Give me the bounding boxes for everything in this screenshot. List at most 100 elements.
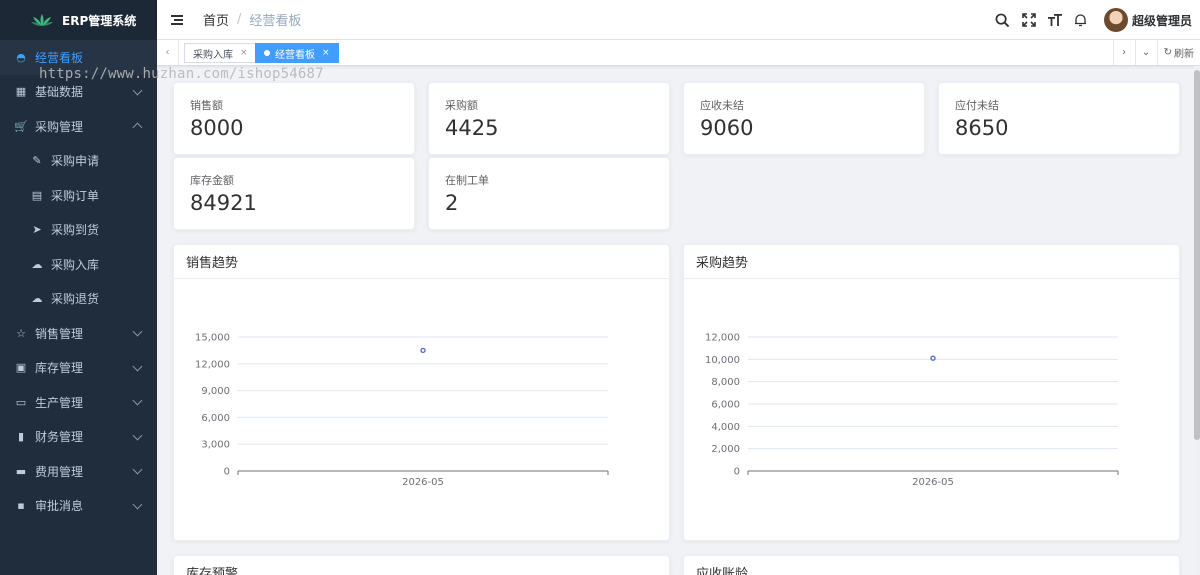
y-tick-label: 12,000 bbox=[705, 333, 740, 344]
sidebar-item-11[interactable]: ▮ 财务管理 bbox=[0, 420, 157, 455]
breadcrumb-home[interactable]: 首页 bbox=[203, 10, 229, 29]
tags-scroll-right-icon[interactable]: › bbox=[1112, 40, 1135, 65]
sidebar-item-label: 费用管理 bbox=[35, 464, 84, 479]
sales-trend-chart: 0 3,000 6,000 9,000 12,000 15,000 2026-05 bbox=[195, 333, 609, 488]
stat-label: 销售额 bbox=[190, 99, 223, 112]
sidebar-item-label: 销售管理 bbox=[35, 326, 84, 341]
chevron-down-icon bbox=[132, 430, 143, 440]
stat-card-inventory: 库存金额 84921 bbox=[173, 157, 415, 230]
box-icon: ▣ bbox=[15, 361, 27, 375]
sidebar-item-13[interactable]: ▪ 审批消息 bbox=[0, 489, 157, 524]
panel-title: 销售趋势 bbox=[174, 245, 669, 279]
sidebar-item-label: 财务管理 bbox=[35, 430, 84, 445]
tag-purchase-inbound[interactable]: 采购入库 × bbox=[184, 43, 257, 63]
sidebar-item-3[interactable]: ✎ 采购申请 bbox=[0, 144, 157, 179]
sidebar-item-2[interactable]: 🛒 采购管理 bbox=[0, 109, 157, 144]
sidebar-item-12[interactable]: ▬ 费用管理 bbox=[0, 454, 157, 489]
stat-card-receivable: 应收未结 9060 bbox=[683, 82, 925, 155]
y-tick-label: 12,000 bbox=[195, 359, 230, 370]
hamburger-menu-icon[interactable] bbox=[171, 14, 185, 26]
tags-view: ‹ 采购入库 × 经营看板 × › ⌄ ↻ 刷新 bbox=[157, 40, 1200, 66]
sidebar-item-label: 采购申请 bbox=[51, 154, 100, 169]
sidebar-item-label: 生产管理 bbox=[35, 395, 84, 410]
sidebar-item-6[interactable]: ☁ 采购入库 bbox=[0, 247, 157, 282]
data-point[interactable] bbox=[930, 355, 936, 361]
sidebar-item-label: 审批消息 bbox=[35, 499, 84, 514]
y-tick-label: 8,000 bbox=[711, 377, 740, 388]
stat-label: 库存金额 bbox=[190, 174, 234, 187]
chevron-down-icon bbox=[132, 326, 143, 337]
panel-title: 库存预警 bbox=[174, 556, 669, 575]
sidebar-item-label: 采购订单 bbox=[51, 188, 100, 203]
sidebar-menu: ◓ 经营看板 ▦ 基础数据 🛒 采购管理 ✎ 采购申请 ▤ 采购订单 ➤ 采购到货 ☁ 采购入库 ☁ 采购退货… bbox=[0, 40, 157, 523]
user-name[interactable]: 超级管理员 bbox=[1132, 12, 1192, 29]
y-tick-label: 4,000 bbox=[711, 422, 740, 433]
cart-icon: 🛒 bbox=[14, 119, 28, 133]
app-title: ERP管理系统 bbox=[62, 13, 137, 28]
send-icon: ➤ bbox=[32, 223, 42, 237]
page-scrollbar-thumb[interactable] bbox=[1194, 70, 1200, 440]
sidebar-item-4[interactable]: ▤ 采购订单 bbox=[0, 178, 157, 213]
tag-dashboard[interactable]: 经营看板 × bbox=[255, 43, 339, 63]
stat-card-sales: 销售额 8000 bbox=[173, 82, 415, 155]
edit-icon: ✎ bbox=[32, 154, 42, 168]
stat-card-work-orders: 在制工单 2 bbox=[428, 157, 670, 230]
refresh-icon: ↻ bbox=[1163, 47, 1172, 58]
tags-scroll-left-icon[interactable]: ‹ bbox=[157, 40, 179, 65]
stat-value: 8650 bbox=[955, 116, 1009, 140]
fullscreen-icon[interactable] bbox=[1016, 0, 1042, 40]
chevron-down-icon bbox=[132, 395, 143, 406]
close-icon[interactable]: × bbox=[322, 48, 330, 58]
y-tick-label: 9,000 bbox=[201, 386, 230, 397]
sales-trend-panel: 销售趋势 0 3,000 6,000 9,000 12,000 15,000 2026-05 bbox=[173, 244, 670, 541]
stat-value: 84921 bbox=[190, 191, 257, 215]
panel-title: 采购趋势 bbox=[684, 245, 1179, 279]
refresh-button[interactable]: ↻ 刷新 bbox=[1156, 40, 1200, 65]
chevron-down-icon bbox=[132, 85, 143, 95]
chevron-down-icon bbox=[132, 499, 143, 509]
upload-cloud-icon: ☁ bbox=[31, 257, 43, 271]
panel-title: 应收账龄 bbox=[684, 556, 1179, 575]
stat-label: 在制工单 bbox=[445, 174, 489, 187]
search-icon[interactable] bbox=[990, 0, 1016, 40]
y-tick-label: 10,000 bbox=[705, 355, 740, 366]
close-icon[interactable]: × bbox=[240, 48, 248, 58]
chevron-up-icon bbox=[132, 122, 143, 133]
message-icon: ▪ bbox=[17, 499, 25, 513]
breadcrumb: 首页 / 经营看板 bbox=[203, 10, 301, 29]
sidebar-item-label: 基础数据 bbox=[35, 85, 84, 100]
stat-label: 应收未结 bbox=[700, 99, 744, 112]
sidebar-item-10[interactable]: ▭ 生产管理 bbox=[0, 385, 157, 420]
refresh-label: 刷新 bbox=[1174, 49, 1194, 60]
tags-dropdown-chevron-down-icon[interactable]: ⌄ bbox=[1134, 40, 1157, 65]
stat-card-purchase: 采购额 4425 bbox=[428, 82, 670, 155]
stat-value: 8000 bbox=[190, 116, 244, 140]
chevron-down-icon bbox=[132, 361, 143, 371]
y-tick-label: 6,000 bbox=[711, 400, 740, 411]
x-tick-label: 2026-05 bbox=[402, 477, 444, 488]
sidebar-item-5[interactable]: ➤ 采购到货 bbox=[0, 213, 157, 248]
stat-label: 应付未结 bbox=[955, 99, 999, 112]
sidebar-item-8[interactable]: ☆ 销售管理 bbox=[0, 316, 157, 351]
sidebar-item-9[interactable]: ▣ 库存管理 bbox=[0, 351, 157, 386]
document-icon: ▤ bbox=[31, 188, 43, 202]
lotus-logo-icon bbox=[31, 14, 53, 26]
bell-icon[interactable] bbox=[1068, 0, 1094, 40]
watermark-text: https://www.huzhan.com/ishop54687 bbox=[39, 66, 324, 82]
avatar[interactable] bbox=[1103, 8, 1128, 32]
stat-value: 4425 bbox=[445, 116, 499, 140]
breadcrumb-separator: / bbox=[237, 12, 242, 27]
sidebar-item-7[interactable]: ☁ 采购退货 bbox=[0, 282, 157, 317]
navbar: 首页 / 经营看板 超级管理员 bbox=[157, 0, 1200, 40]
y-tick-label: 3,000 bbox=[201, 440, 230, 451]
stat-value: 9060 bbox=[700, 116, 754, 140]
breadcrumb-current: 经营看板 bbox=[249, 14, 302, 29]
star-icon: ☆ bbox=[16, 326, 26, 340]
stat-card-payable: 应付未结 8650 bbox=[938, 82, 1180, 155]
data-point[interactable] bbox=[420, 347, 426, 354]
font-size-icon[interactable] bbox=[1042, 0, 1068, 40]
tag-label: 经营看板 bbox=[275, 49, 315, 61]
x-tick-label: 2026-05 bbox=[912, 477, 954, 488]
y-tick-label: 6,000 bbox=[201, 413, 230, 424]
table-icon: ▦ bbox=[15, 85, 27, 99]
